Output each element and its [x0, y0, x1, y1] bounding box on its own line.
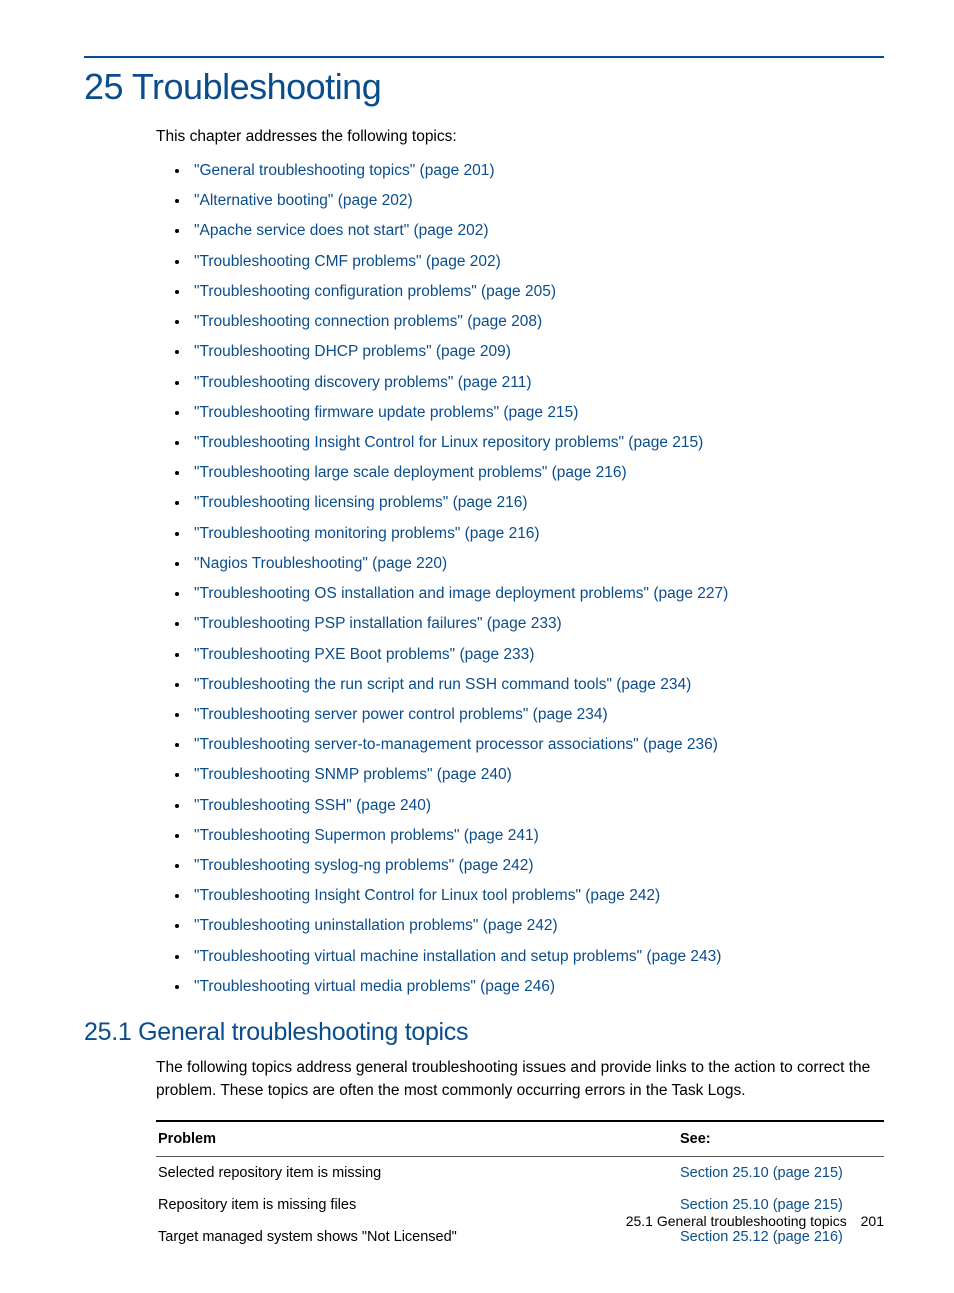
toc-link[interactable]: "Troubleshooting server-to-management pr… [194, 736, 718, 753]
toc-link[interactable]: "Troubleshooting uninstallation problems… [194, 917, 558, 934]
toc-link[interactable]: "Troubleshooting the run script and run … [194, 676, 691, 693]
chapter-intro: This chapter addresses the following top… [156, 128, 884, 146]
toc-link[interactable]: "Troubleshooting licensing problems" (pa… [194, 494, 528, 511]
toc-item: "Troubleshooting virtual media problems"… [190, 972, 884, 1002]
toc-item: "Troubleshooting PSP installation failur… [190, 609, 884, 639]
toc-link[interactable]: "Troubleshooting SSH" (page 240) [194, 797, 431, 814]
top-rule [84, 56, 884, 58]
see-link[interactable]: Section 25.12 (page 216) [680, 1229, 843, 1245]
toc-link[interactable]: "Troubleshooting virtual media problems"… [194, 978, 555, 995]
toc-link[interactable]: "Alternative booting" (page 202) [194, 192, 413, 209]
toc-link[interactable]: "Troubleshooting syslog-ng problems" (pa… [194, 857, 534, 874]
toc-link[interactable]: "Troubleshooting Insight Control for Lin… [194, 434, 703, 451]
toc-link[interactable]: "Troubleshooting connection problems" (p… [194, 313, 542, 330]
toc-link[interactable]: "Nagios Troubleshooting" (page 220) [194, 555, 447, 572]
page-footer: 25.1 General troubleshooting topics 201 [626, 1213, 884, 1229]
toc-item: "General troubleshooting topics" (page 2… [190, 156, 884, 186]
cell-problem: Target managed system shows "Not License… [158, 1229, 680, 1245]
toc-item: "Alternative booting" (page 202) [190, 186, 884, 216]
toc-item: "Nagios Troubleshooting" (page 220) [190, 549, 884, 579]
toc-item: "Troubleshooting Insight Control for Lin… [190, 881, 884, 911]
toc-link[interactable]: "Troubleshooting SNMP problems" (page 24… [194, 766, 512, 783]
table-header-row: Problem See: [156, 1122, 884, 1157]
cell-problem: Selected repository item is missing [158, 1165, 680, 1181]
toc-item: "Troubleshooting monitoring problems" (p… [190, 519, 884, 549]
toc-item: "Troubleshooting large scale deployment … [190, 458, 884, 488]
toc-link[interactable]: "Apache service does not start" (page 20… [194, 222, 488, 239]
header-problem: Problem [158, 1131, 680, 1147]
footer-page-number: 201 [861, 1213, 884, 1229]
toc-item: "Troubleshooting DHCP problems" (page 20… [190, 337, 884, 367]
toc-link[interactable]: "Troubleshooting Insight Control for Lin… [194, 887, 660, 904]
toc-link[interactable]: "Troubleshooting monitoring problems" (p… [194, 525, 540, 542]
toc-link[interactable]: "Troubleshooting discovery problems" (pa… [194, 374, 532, 391]
toc-item: "Troubleshooting CMF problems" (page 202… [190, 247, 884, 277]
toc-link[interactable]: "Troubleshooting DHCP problems" (page 20… [194, 343, 511, 360]
toc-item: "Troubleshooting firmware update problem… [190, 398, 884, 428]
toc-item: "Troubleshooting server power control pr… [190, 700, 884, 730]
cell-see: Section 25.10 (page 215) [680, 1165, 880, 1181]
footer-section-label: 25.1 General troubleshooting topics [626, 1213, 847, 1229]
toc-link[interactable]: "Troubleshooting large scale deployment … [194, 464, 627, 481]
toc-link[interactable]: "Troubleshooting OS installation and ima… [194, 585, 728, 602]
table-row: Selected repository item is missingSecti… [156, 1157, 884, 1189]
toc-list: "General troubleshooting topics" (page 2… [190, 156, 884, 1002]
toc-item: "Troubleshooting PXE Boot problems" (pag… [190, 640, 884, 670]
toc-link[interactable]: "Troubleshooting configuration problems"… [194, 283, 556, 300]
toc-link[interactable]: "General troubleshooting topics" (page 2… [194, 162, 495, 179]
toc-item: "Troubleshooting server-to-management pr… [190, 730, 884, 760]
section-title: 25.1 General troubleshooting topics [84, 1018, 884, 1047]
toc-item: "Troubleshooting SNMP problems" (page 24… [190, 760, 884, 790]
see-link[interactable]: Section 25.10 (page 215) [680, 1165, 843, 1181]
toc-item: "Troubleshooting OS installation and ima… [190, 579, 884, 609]
troubleshooting-table: Problem See: Selected repository item is… [156, 1120, 884, 1253]
cell-problem: Repository item is missing files [158, 1197, 680, 1213]
toc-link[interactable]: "Troubleshooting PSP installation failur… [194, 615, 562, 632]
toc-item: "Troubleshooting Insight Control for Lin… [190, 428, 884, 458]
toc-link[interactable]: "Troubleshooting CMF problems" (page 202… [194, 253, 501, 270]
toc-item: "Troubleshooting licensing problems" (pa… [190, 488, 884, 518]
toc-link[interactable]: "Troubleshooting PXE Boot problems" (pag… [194, 646, 534, 663]
section-intro: The following topics address general tro… [156, 1057, 884, 1102]
cell-see: Section 25.12 (page 216) [680, 1229, 880, 1245]
cell-see: Section 25.10 (page 215) [680, 1197, 880, 1213]
toc-item: "Troubleshooting syslog-ng problems" (pa… [190, 851, 884, 881]
page: 25 Troubleshooting This chapter addresse… [0, 0, 954, 1293]
toc-item: "Troubleshooting connection problems" (p… [190, 307, 884, 337]
toc-item: "Troubleshooting uninstallation problems… [190, 911, 884, 941]
toc-link[interactable]: "Troubleshooting virtual machine install… [194, 948, 721, 965]
toc-item: "Apache service does not start" (page 20… [190, 216, 884, 246]
toc-link[interactable]: "Troubleshooting server power control pr… [194, 706, 608, 723]
toc-item: "Troubleshooting Supermon problems" (pag… [190, 821, 884, 851]
toc-item: "Troubleshooting SSH" (page 240) [190, 791, 884, 821]
toc-item: "Troubleshooting configuration problems"… [190, 277, 884, 307]
see-link[interactable]: Section 25.10 (page 215) [680, 1197, 843, 1213]
table-body: Selected repository item is missingSecti… [156, 1157, 884, 1253]
chapter-title: 25 Troubleshooting [84, 66, 884, 108]
toc-link[interactable]: "Troubleshooting Supermon problems" (pag… [194, 827, 539, 844]
toc-link[interactable]: "Troubleshooting firmware update problem… [194, 404, 578, 421]
header-see: See: [680, 1131, 880, 1147]
toc-item: "Troubleshooting virtual machine install… [190, 942, 884, 972]
toc-item: "Troubleshooting discovery problems" (pa… [190, 368, 884, 398]
toc-item: "Troubleshooting the run script and run … [190, 670, 884, 700]
